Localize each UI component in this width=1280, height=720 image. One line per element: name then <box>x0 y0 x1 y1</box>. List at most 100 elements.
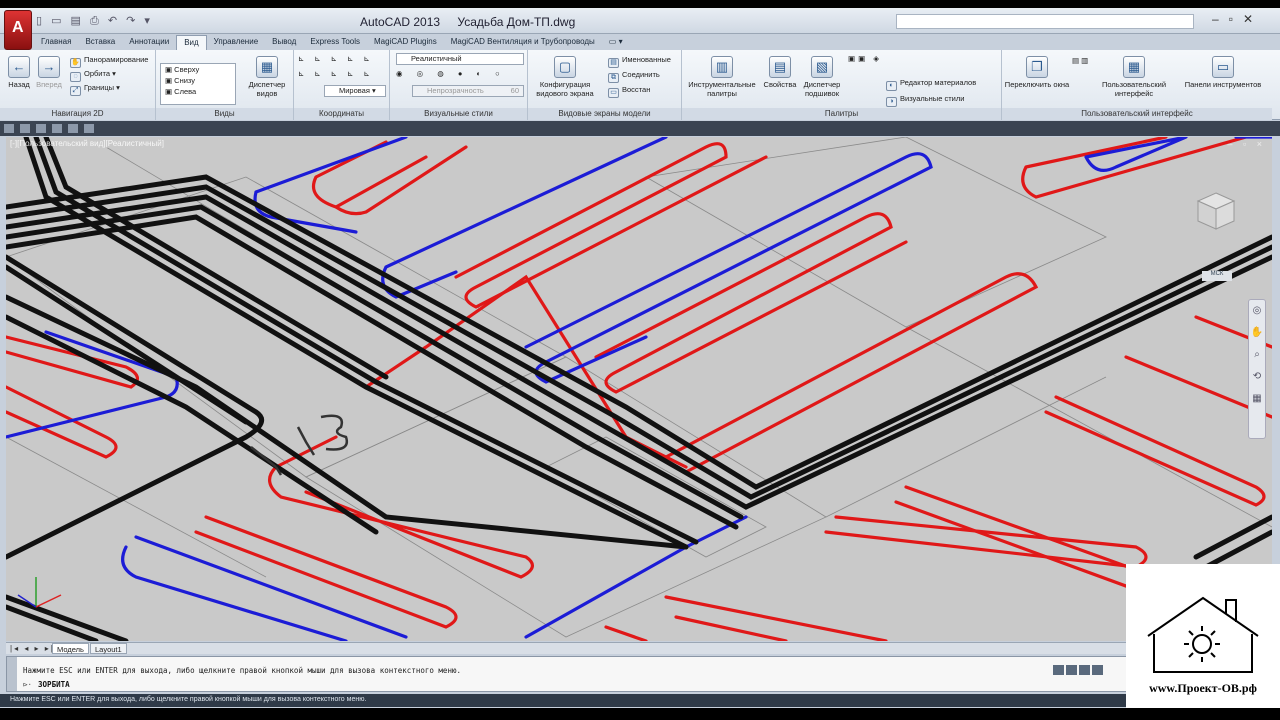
arrow-left-icon: ← <box>8 56 30 78</box>
shading-tools[interactable]: ◉ ◎ ◍ ● ◐ ○ <box>396 69 506 78</box>
viewport-config-button[interactable]: ▢ Конфигурация видового экрана <box>532 56 598 98</box>
named-viewports-button[interactable]: ▤ Именованные <box>608 55 671 68</box>
extents-button[interactable]: ⤢ Границы ▾ <box>70 83 120 96</box>
tab-output[interactable]: Вывод <box>265 35 303 50</box>
layer-icon[interactable] <box>52 124 62 133</box>
materials-icon: ◐ <box>886 81 897 91</box>
view-left[interactable]: ▣ Слева <box>161 86 235 97</box>
open-file-icon[interactable] <box>20 124 30 133</box>
properties-button[interactable]: ▤ Свойства <box>762 56 798 89</box>
viewport-config-icon: ▢ <box>554 56 576 78</box>
close-icon[interactable]: ✕ <box>1243 12 1263 26</box>
watermark-logo: www.Проект-ОВ.рф <box>1126 564 1280 708</box>
views-list[interactable]: ▣ Сверху ▣ Снизу ▣ Слева <box>160 63 236 105</box>
panel-navigation-2d: ← Назад → Вперед ✋ Панорамирование ◌ Орбита … <box>0 50 156 120</box>
window-controls[interactable]: –▫✕ <box>1212 12 1263 26</box>
panel-palettes: ▥ Инструментальные палитры ▤ Свойства ▧ Дис… <box>682 50 1002 120</box>
search-input[interactable] <box>896 14 1194 29</box>
view-manager-button[interactable]: ▦ Диспетчер видов <box>244 56 290 98</box>
view-top[interactable]: ▣ Сверху <box>161 64 235 75</box>
ucs-tools-row-2[interactable]: ⊾ ⊾ ⊾ ⊾ ⊾ <box>298 69 374 78</box>
panel-coordinates: ⊾ ⊾ ⊾ ⊾ ⊾ ⊾ ⊾ ⊾ ⊾ ⊾ Мировая ▾ Координаты <box>294 50 390 120</box>
command-status-icons[interactable] <box>1053 665 1105 677</box>
layout-nav-arrows[interactable]: |◂ ◂ ▸ ▸| <box>10 644 55 653</box>
tool-palettes-icon: ▥ <box>711 56 733 78</box>
file-tabs-bar[interactable] <box>0 121 1280 136</box>
restore-viewports-button[interactable]: ▭ Восстан <box>608 85 650 98</box>
sheet-set-manager-button[interactable]: ▧ Диспетчер подшивок <box>800 56 844 98</box>
back-button[interactable]: ← Назад <box>6 56 32 89</box>
ribbon-tabs: Главная Вставка Аннотации Вид Управление… <box>34 35 630 50</box>
tab-annotate[interactable]: Аннотации <box>122 35 176 50</box>
tab-magicad-ventilation[interactable]: MagiCAD Вентиляция и Трубопроводы <box>444 35 602 50</box>
tool-palettes-button[interactable]: ▥ Инструментальные палитры <box>684 56 760 98</box>
user-interface-icon: ▦ <box>1123 56 1145 78</box>
tab-insert[interactable]: Вставка <box>78 35 122 50</box>
status-text: Нажмите ESC или ENTER для выхода, либо щ… <box>10 696 367 703</box>
navigation-bar-icons[interactable]: ◎ ✋ ⌕ ⟲ ▦ <box>1249 300 1265 410</box>
visual-style-combo[interactable]: Реалистичный <box>396 53 524 65</box>
drawing-viewport[interactable]: [-][Пользовательский вид][Реалистичный] … <box>6 137 1272 641</box>
ribbon: ← Назад → Вперед ✋ Панорамирование ◌ Орбита … <box>0 50 1280 120</box>
tab-manage[interactable]: Управление <box>207 35 265 50</box>
autocad-window: ▯ ▭ ▤ ⎙ ↶ ↷ ▾ AutoCAD 2013 Усадьба Дом-Т… <box>0 8 1280 708</box>
ui-toggles[interactable]: ▤▥ <box>1072 56 1090 65</box>
join-viewports-button[interactable]: ⧉ Соединить <box>608 70 660 83</box>
tab-express-tools[interactable]: Express Tools <box>303 35 367 50</box>
panel-user-interface: ❐ Переключить окна ▤▥ ▦ Пользовательский и… <box>1002 50 1272 120</box>
switch-windows-button[interactable]: ❐ Переключить окна <box>1004 56 1070 89</box>
quick-access-toolbar[interactable]: ▯ ▭ ▤ ⎙ ↶ ↷ ▾ <box>36 14 153 28</box>
tab-view[interactable]: Вид <box>176 35 207 50</box>
visual-styles-manager-button[interactable]: ◑ Визуальные стили <box>886 94 964 107</box>
properties-icon: ▤ <box>769 56 791 78</box>
refresh-icon[interactable] <box>68 124 78 133</box>
command-line-grip[interactable] <box>7 657 17 691</box>
forward-button[interactable]: → Вперед <box>34 56 64 89</box>
pan-button[interactable]: ✋ Панорамирование <box>70 55 148 68</box>
materials-editor-button[interactable]: ◐ Редактор материалов <box>886 78 976 91</box>
tab-magicad-plugins[interactable]: MagiCAD Plugins <box>367 35 444 50</box>
annotation-sketch <box>250 414 349 476</box>
navigation-bar[interactable]: ◎ ✋ ⌕ ⟲ ▦ <box>1248 299 1266 439</box>
arrow-right-icon: → <box>38 56 60 78</box>
wcs-badge[interactable]: МСК <box>1202 271 1232 281</box>
toolbars-icon: ▭ <box>1212 56 1234 78</box>
viewport-controls[interactable]: – ▫ × <box>1228 139 1266 149</box>
maximize-icon[interactable]: ▫ <box>1229 12 1243 26</box>
minimize-icon[interactable]: – <box>1212 12 1229 26</box>
command-prompt-icon[interactable]: ⊳· <box>23 680 32 689</box>
toolbars-button[interactable]: ▭ Панели инструментов <box>1178 56 1268 89</box>
named-viewports-icon: ▤ <box>608 58 619 68</box>
title-bar: ▯ ▭ ▤ ⎙ ↶ ↷ ▾ AutoCAD 2013 Усадьба Дом-Т… <box>0 8 1280 34</box>
print-icon[interactable] <box>36 124 46 133</box>
orbit-button[interactable]: ◌ Орбита ▾ <box>70 69 116 82</box>
tab-home[interactable]: Главная <box>34 35 78 50</box>
new-file-icon[interactable] <box>4 124 14 133</box>
ucs-tools-row-1[interactable]: ⊾ ⊾ ⊾ ⊾ ⊾ <box>298 54 374 63</box>
orbit-icon: ◌ <box>70 72 81 82</box>
viewcube[interactable] <box>1194 189 1238 233</box>
panel-visual-styles: Реалистичный ◉ ◎ ◍ ● ◐ ○ Непрозрачность 6… <box>390 50 528 120</box>
tab-layout1[interactable]: Layout1 <box>90 643 127 654</box>
command-history: Нажмите ESC или ENTER для выхода, либо щ… <box>23 666 461 675</box>
user-interface-button[interactable]: ▦ Пользовательский интерфейс <box>1092 56 1176 98</box>
zoom-extents-icon: ⤢ <box>70 86 81 96</box>
settings-icon[interactable] <box>84 124 94 133</box>
viewport-label[interactable]: [-][Пользовательский вид][Реалистичный] <box>10 139 164 148</box>
viewcube-icon[interactable] <box>1194 189 1238 233</box>
ribbon-minimize-icon[interactable]: ▭ ▾ <box>602 35 630 50</box>
watermark-url: www.Проект-ОВ.рф <box>1149 681 1257 695</box>
autocad-logo-icon: A <box>12 19 24 36</box>
view-bottom[interactable]: ▣ Снизу <box>161 75 235 86</box>
opacity-slider[interactable]: Непрозрачность 60 <box>412 85 524 97</box>
status-bar: Нажмите ESC или ENTER для выхода, либо щ… <box>0 694 1280 707</box>
palette-toggles[interactable]: ▣▣ ◈ <box>848 54 882 63</box>
tab-model[interactable]: Модель <box>52 643 89 654</box>
command-line: Нажмите ESC или ENTER для выхода, либо щ… <box>6 656 1272 692</box>
layout-tabs-bar: |◂ ◂ ▸ ▸| Модель Layout1 <box>6 642 1272 654</box>
document-name: Усадьба Дом-ТП.dwg <box>457 15 576 29</box>
panel-model-viewports: ▢ Конфигурация видового экрана ▤ Именованн… <box>528 50 682 120</box>
ucs-combo[interactable]: Мировая ▾ <box>324 85 386 97</box>
application-menu-button[interactable]: A <box>4 10 32 50</box>
command-input[interactable]: ⊳· 3ОРБИТА <box>23 680 70 689</box>
